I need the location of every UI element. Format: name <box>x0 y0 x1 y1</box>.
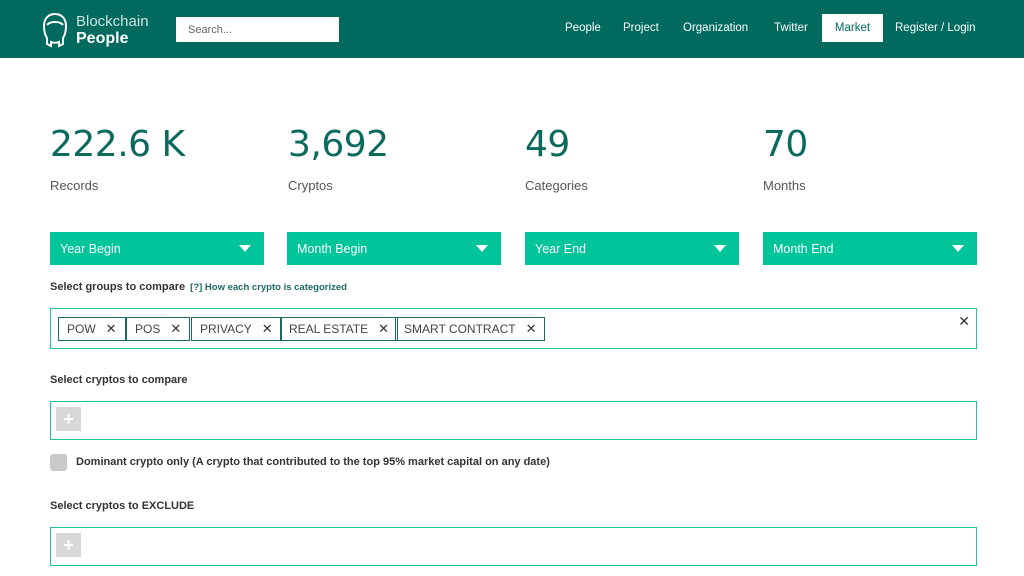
stat-categories-label: Categories <box>525 178 588 193</box>
month-begin-dropdown[interactable]: Month Begin <box>287 232 501 265</box>
dropdown-label: Month End <box>773 241 834 256</box>
tag-label: POW <box>67 322 96 336</box>
clear-all-icon[interactable]: ✕ <box>958 313 970 330</box>
dropdown-label: Month Begin <box>297 241 368 256</box>
remove-tag-icon[interactable]: ✕ <box>262 321 273 337</box>
compare-section-label: Select cryptos to compare <box>50 374 188 386</box>
tag-label: SMART CONTRACT <box>404 322 516 336</box>
exclude-section-label: Select cryptos to EXCLUDE <box>50 500 195 512</box>
stat-records-label: Records <box>50 178 99 193</box>
group-tag-privacy: PRIVACY ✕ <box>191 317 282 341</box>
logo-text-top: Blockchain <box>76 13 149 30</box>
tag-label: POS <box>135 322 161 336</box>
stat-months-label: Months <box>763 178 806 193</box>
dropdown-label: Year End <box>535 241 586 256</box>
nav-project[interactable]: Project <box>615 14 667 42</box>
exclude-cryptos-select[interactable]: + <box>50 527 977 566</box>
groups-label-text: Select groups to compare <box>50 281 186 293</box>
tag-label: PRIVACY <box>200 322 252 336</box>
tag-label: REAL ESTATE <box>289 322 369 336</box>
chevron-down-icon <box>714 245 726 252</box>
stat-cryptos-label: Cryptos <box>288 178 333 193</box>
dropdown-label: Year Begin <box>60 241 121 256</box>
chevron-down-icon <box>476 245 488 252</box>
year-end-dropdown[interactable]: Year End <box>525 232 739 265</box>
nav-people[interactable]: People <box>557 14 609 42</box>
group-tag-real-estate: REAL ESTATE ✕ <box>280 317 399 341</box>
site-logo[interactable]: Blockchain People <box>40 10 160 50</box>
group-tag-smart-contract: SMART CONTRACT ✕ <box>395 317 546 341</box>
chevron-down-icon <box>952 245 964 252</box>
remove-tag-icon[interactable]: ✕ <box>526 321 537 337</box>
stat-cryptos-value: 3,692 <box>288 124 389 165</box>
chevron-down-icon <box>239 245 251 252</box>
compare-cryptos-select[interactable]: + <box>50 401 977 440</box>
person-head-icon <box>42 12 68 48</box>
nav-organization[interactable]: Organization <box>675 14 756 42</box>
groups-multiselect[interactable]: POW ✕ POS ✕ PRIVACY ✕ REAL ESTATE ✕ SMAR… <box>50 308 977 349</box>
dominant-crypto-checkbox[interactable] <box>50 454 67 471</box>
stat-records-value: 222.6 K <box>50 124 185 165</box>
group-tag-pos: POS ✕ <box>126 317 191 341</box>
categorization-help-link[interactable]: [?] How each crypto is categorized <box>190 282 347 293</box>
add-crypto-icon[interactable]: + <box>56 533 81 557</box>
add-crypto-icon[interactable]: + <box>56 407 81 431</box>
logo-text-bottom: People <box>76 30 129 47</box>
nav-twitter[interactable]: Twitter <box>766 14 816 42</box>
year-begin-dropdown[interactable]: Year Begin <box>50 232 264 265</box>
nav-market[interactable]: Market <box>822 14 883 42</box>
top-navbar: Blockchain People People Project Organiz… <box>0 0 1024 58</box>
group-tag-pow: POW ✕ <box>58 317 126 341</box>
dominant-crypto-label: Dominant crypto only (A crypto that cont… <box>76 456 550 468</box>
search-input[interactable] <box>176 17 339 42</box>
remove-tag-icon[interactable]: ✕ <box>378 321 389 337</box>
remove-tag-icon[interactable]: ✕ <box>170 321 181 337</box>
stat-categories-value: 49 <box>525 124 570 165</box>
nav-register-login[interactable]: Register / Login <box>887 14 984 42</box>
month-end-dropdown[interactable]: Month End <box>763 232 977 265</box>
groups-section-label: Select groups to compare [?] How each cr… <box>50 281 347 293</box>
remove-tag-icon[interactable]: ✕ <box>106 321 117 337</box>
stat-months-value: 70 <box>763 124 808 165</box>
